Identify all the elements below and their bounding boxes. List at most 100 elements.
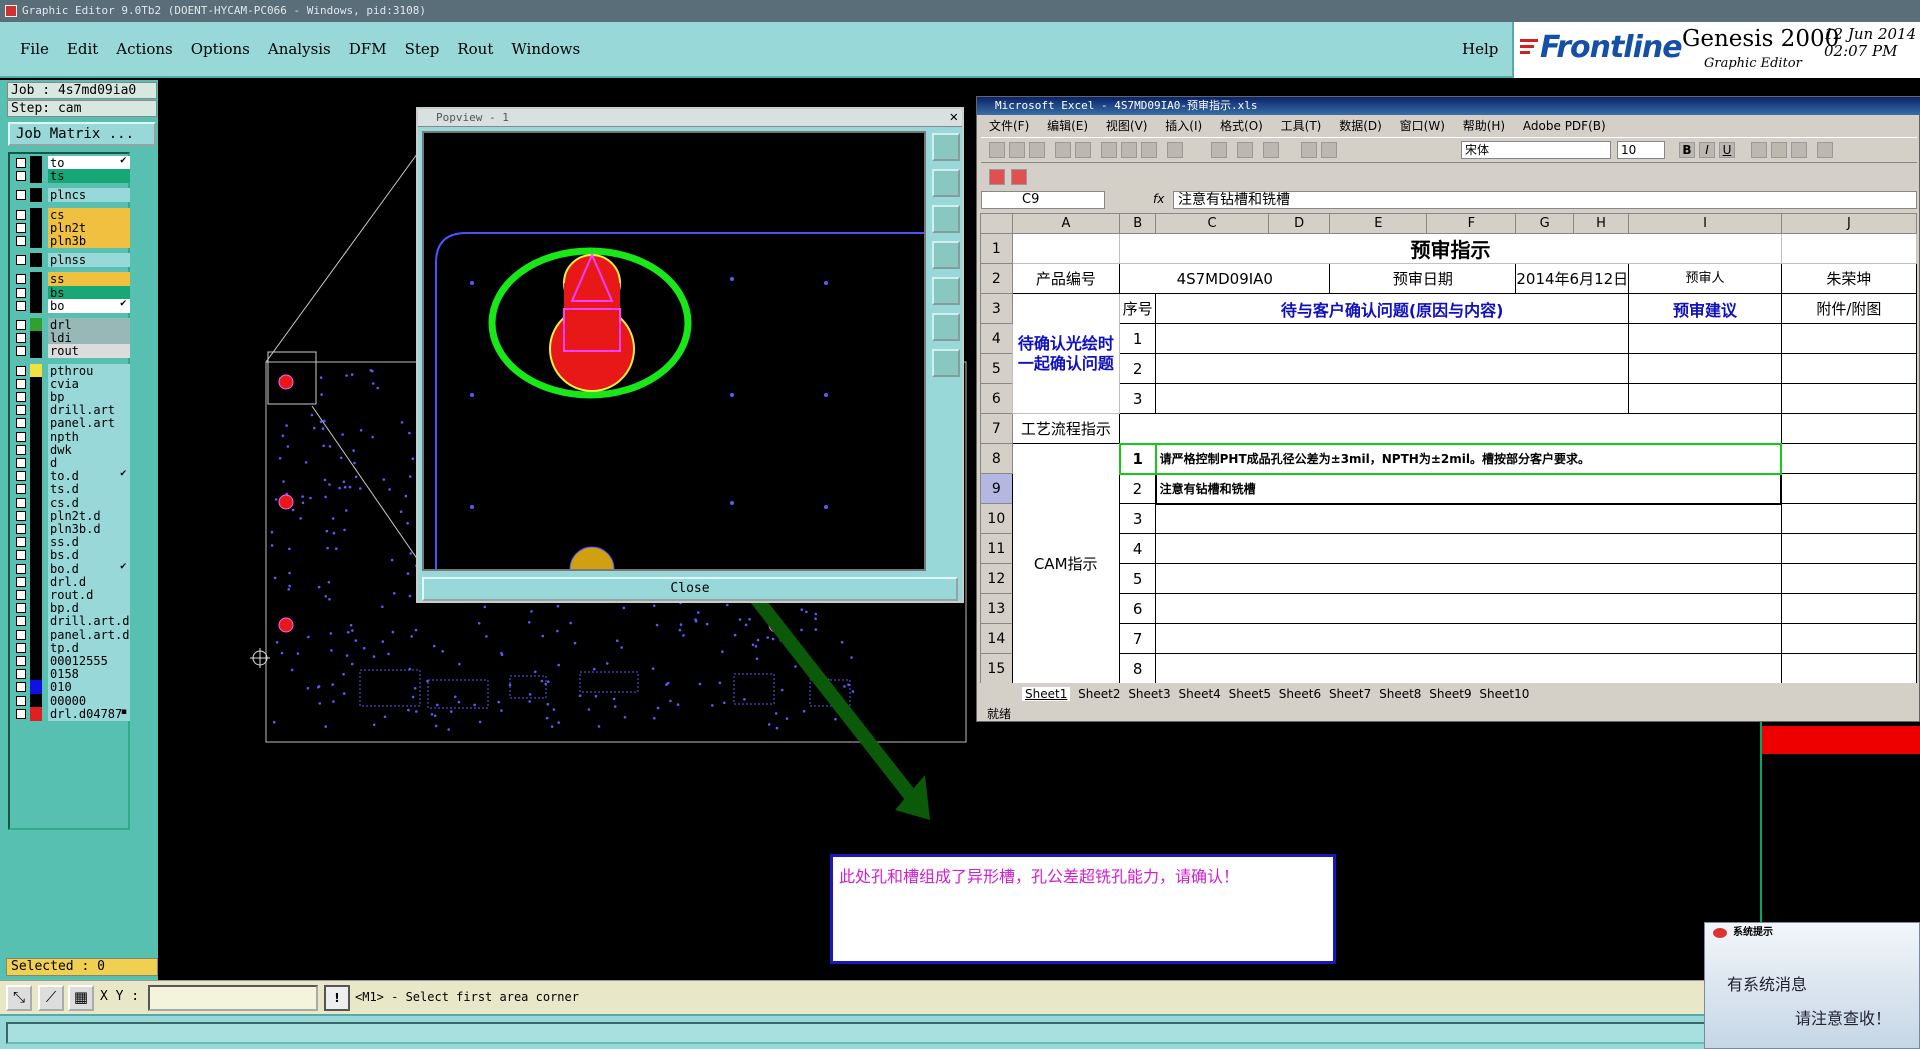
layer-name[interactable]: rout — [48, 344, 130, 359]
layer-checkbox[interactable] — [16, 320, 26, 330]
layer-checkbox[interactable] — [16, 346, 26, 357]
paste-icon[interactable] — [1141, 142, 1157, 158]
layer-color-swatch[interactable] — [30, 574, 42, 589]
layer-name[interactable]: panel.art.d — [48, 627, 130, 642]
cam-seq-cell[interactable]: 6 — [1119, 593, 1157, 624]
underline-icon[interactable]: U — [1719, 142, 1735, 158]
layer-name[interactable]: 010 — [48, 680, 130, 695]
cut-icon[interactable] — [1101, 142, 1117, 158]
layer-row[interactable]: drl.d — [12, 574, 130, 589]
row-header[interactable]: 9 — [980, 473, 1013, 504]
column-header[interactable]: H — [1572, 213, 1630, 234]
layer-color-swatch[interactable] — [30, 601, 42, 616]
column-header[interactable]: J — [1780, 213, 1917, 234]
layer-color-swatch[interactable] — [30, 561, 42, 576]
layer-name[interactable]: tp.d — [48, 640, 130, 655]
excel-menu-file[interactable]: 文件(F) — [989, 119, 1029, 133]
excel-menu-window[interactable]: 窗口(W) — [1400, 119, 1445, 133]
date-label[interactable]: 预审日期 — [1329, 263, 1517, 294]
sheet-tab[interactable]: Sheet10 — [1479, 687, 1529, 701]
column-header[interactable]: E — [1329, 213, 1428, 234]
excel-menu-insert[interactable]: 插入(I) — [1165, 119, 1202, 133]
layer-name[interactable]: ts — [48, 169, 130, 184]
reviewer[interactable]: 朱荣坤 — [1780, 263, 1917, 294]
layer-row[interactable]: ts.d — [12, 482, 130, 497]
copy-icon[interactable] — [1121, 142, 1137, 158]
column-header[interactable]: A — [1011, 213, 1121, 234]
advice-header[interactable]: 预审建议 — [1628, 293, 1782, 324]
row-header[interactable]: 5 — [980, 353, 1013, 384]
layer-color-swatch[interactable] — [30, 188, 42, 203]
sheet-title[interactable]: 预审指示 — [1119, 233, 1782, 264]
layer-checkbox[interactable] — [16, 444, 26, 455]
excel-menu-data[interactable]: 数据(D) — [1339, 119, 1382, 133]
snap-icon[interactable] — [932, 349, 960, 377]
layer-name[interactable]: 0158 — [48, 667, 130, 682]
layer-name[interactable]: cvia — [48, 376, 130, 391]
layer-color-swatch[interactable] — [30, 363, 42, 378]
layer-name[interactable]: drl.d04787 — [48, 706, 130, 721]
layer-checkbox[interactable] — [16, 365, 26, 376]
layer-name[interactable]: bp.d — [48, 601, 130, 616]
layer-checkbox[interactable] — [16, 431, 26, 442]
layer-checkbox[interactable] — [16, 392, 26, 402]
layer-row[interactable]: ss — [12, 272, 130, 287]
layer-checkbox[interactable] — [16, 576, 26, 587]
sheet-tab[interactable]: Sheet4 — [1178, 687, 1220, 701]
italic-icon[interactable]: I — [1699, 142, 1715, 158]
column-header[interactable]: I — [1628, 213, 1782, 234]
layer-color-swatch[interactable] — [30, 482, 42, 497]
cam-seq-cell[interactable]: 2 — [1119, 473, 1157, 504]
layer-checkbox[interactable] — [16, 458, 26, 468]
layer-name[interactable]: 00012555 — [48, 654, 130, 668]
measure-icon[interactable]: ⟋ — [38, 985, 64, 1011]
layer-color-swatch[interactable] — [30, 693, 42, 708]
layer-color-swatch[interactable] — [30, 331, 42, 346]
cam-instruction-2[interactable]: 注意有钻槽和铣槽 — [1154, 472, 1783, 505]
layer-checkbox[interactable] — [16, 695, 26, 706]
layer-color-swatch[interactable] — [30, 667, 42, 682]
layer-name[interactable]: drl.d — [48, 574, 130, 589]
layer-color-swatch[interactable] — [30, 680, 42, 695]
preview-icon[interactable] — [1075, 142, 1091, 158]
sheet-tab[interactable]: Sheet3 — [1128, 687, 1170, 701]
corner-cell[interactable] — [980, 213, 1013, 234]
pdf-mail-icon[interactable] — [1011, 169, 1027, 185]
cam-instruction-1[interactable]: 请严格控制PHT成品孔径公差为±3mil，NPTH为±2mil。槽按部分客户要求… — [1154, 442, 1783, 475]
layer-checkbox[interactable] — [16, 287, 26, 298]
layer-checkbox[interactable] — [16, 629, 26, 640]
print-icon[interactable] — [1055, 142, 1071, 158]
layer-row[interactable]: panel.art — [12, 416, 130, 431]
layer-row[interactable]: pln2t — [12, 220, 130, 235]
sheet-tab[interactable]: Sheet1 — [1022, 687, 1071, 701]
layer-name[interactable]: to.d — [48, 469, 130, 484]
layer-checkbox[interactable] — [16, 708, 26, 719]
layer-name[interactable]: to — [48, 156, 130, 170]
row-header[interactable]: 2 — [980, 263, 1013, 294]
sort-icon[interactable] — [1263, 142, 1279, 158]
cam-seq-cell[interactable]: 3 — [1119, 503, 1157, 534]
attach-label[interactable]: 附件/附图 — [1780, 293, 1917, 324]
sheet-tab[interactable]: Sheet6 — [1279, 687, 1321, 701]
layer-row[interactable]: bs — [12, 285, 130, 300]
layer-name[interactable]: ss.d — [48, 535, 130, 550]
layer-checkbox[interactable] — [16, 524, 26, 534]
merge-icon[interactable] — [1817, 142, 1833, 158]
layer-checkbox[interactable] — [16, 158, 26, 168]
layer-row[interactable]: plncs — [12, 188, 130, 203]
layer-name[interactable]: ss — [48, 272, 130, 287]
layer-name[interactable]: rout.d — [48, 588, 130, 602]
excel-menu-adobe[interactable]: Adobe PDF(B) — [1523, 119, 1606, 133]
layer-checkbox[interactable] — [16, 255, 26, 266]
save-icon[interactable] — [1029, 142, 1045, 158]
layer-name[interactable]: drill.art — [48, 403, 130, 418]
layer-color-swatch[interactable] — [30, 207, 42, 222]
layer-color-swatch[interactable] — [30, 285, 42, 300]
layer-row[interactable]: pln2t.d — [12, 508, 130, 523]
layer-name[interactable]: pln2t.d — [48, 508, 130, 523]
layer-color-swatch[interactable] — [30, 456, 42, 470]
xy-input[interactable] — [148, 985, 318, 1011]
layer-name[interactable]: panel.art — [48, 416, 130, 431]
layer-color-swatch[interactable] — [30, 614, 42, 629]
layer-name[interactable]: drill.art.d — [48, 614, 130, 629]
